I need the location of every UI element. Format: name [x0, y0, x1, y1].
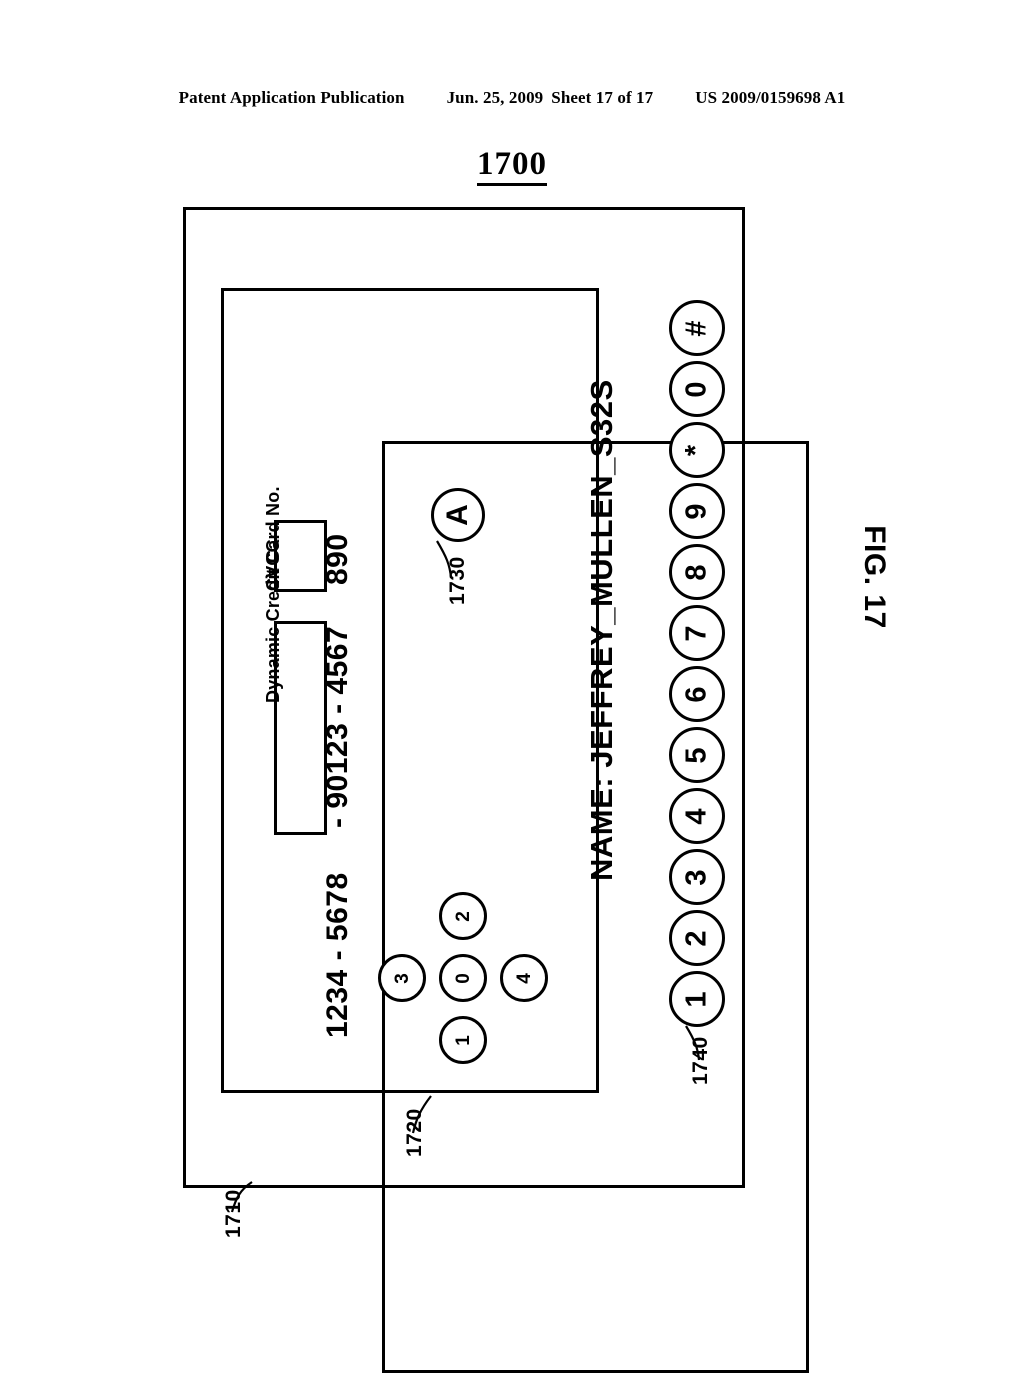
keypad-key-7[interactable]: 7 — [669, 605, 725, 661]
dynamic-card-number-box: - 90123 - 4567 — [274, 621, 354, 835]
dpad-left-button[interactable]: 3 — [378, 954, 426, 1002]
keypad-key-9-label: 9 — [680, 502, 713, 520]
keypad-key-1-label: 1 — [680, 990, 713, 1008]
reference-numeral-1720: 1720 — [403, 1108, 426, 1157]
figure-number-value: 1700 — [477, 146, 547, 186]
keypad-key-5-label: 5 — [680, 746, 713, 764]
keypad-key-8-label: 8 — [680, 563, 713, 581]
dpad-up-label: 2 — [452, 910, 474, 922]
keypad-key-3-label: 3 — [680, 868, 713, 886]
keypad-key-8[interactable]: 8 — [669, 544, 725, 600]
keypad-key-2[interactable]: 2 — [669, 910, 725, 966]
header-publication: Patent Application Publication — [178, 88, 405, 107]
dpad-center-label: 0 — [452, 972, 474, 984]
keypad-key-4[interactable]: 4 — [669, 788, 725, 844]
keypad-key-4-label: 4 — [680, 807, 713, 825]
keypad-key-6-label: 6 — [680, 685, 713, 703]
dpad-left-label: 3 — [391, 972, 413, 984]
dpad-right-button[interactable]: 4 — [500, 954, 548, 1002]
page-header: Patent Application Publication Jun. 25, … — [0, 88, 1024, 114]
a-button[interactable]: A — [431, 488, 485, 542]
keypad-key-2-label: 2 — [680, 929, 713, 947]
a-button-label: A — [440, 504, 474, 526]
header-sheet: Sheet 17 of 17 — [551, 88, 654, 107]
cardholder-name-line: NAME: JEFFREY_MULLEN_S32S — [584, 379, 619, 881]
dpad-right-label: 4 — [513, 972, 535, 984]
dpad-center-button[interactable]: 0 — [439, 954, 487, 1002]
cvcc-value: 890 — [321, 533, 354, 585]
figure-caption: FIG. 17 — [858, 525, 891, 629]
reference-numeral-1730: 1730 — [446, 556, 469, 605]
keypad-key-pound-label: # — [680, 319, 713, 337]
keypad-key-star-label: * — [680, 444, 713, 456]
dpad-down-button[interactable]: 1 — [439, 1016, 487, 1064]
dpad-up-button[interactable]: 2 — [439, 892, 487, 940]
dynamic-card-number-value: - 90123 - 4567 — [321, 625, 354, 828]
keypad-key-5[interactable]: 5 — [669, 727, 725, 783]
keypad-key-7-label: 7 — [680, 624, 713, 642]
keypad-key-9[interactable]: 9 — [669, 483, 725, 539]
keypad-key-3[interactable]: 3 — [669, 849, 725, 905]
keypad-key-pound[interactable]: # — [669, 300, 725, 356]
reference-numeral-1740: 1740 — [689, 1036, 712, 1085]
keypad-key-0-label: 0 — [680, 380, 713, 398]
header-document-number: US 2009/0159698 A1 — [695, 88, 846, 107]
keypad-key-6[interactable]: 6 — [669, 666, 725, 722]
keypad-key-star[interactable]: * — [669, 422, 725, 478]
cvcc-value-box: 890 — [274, 520, 354, 592]
dpad-down-label: 1 — [452, 1034, 474, 1046]
header-date: Jun. 25, 2009 — [446, 88, 544, 107]
device-display-frame: Dynamic Credit Card No. 1234 - 5678 - 90… — [221, 288, 619, 1093]
card-number-prefix: 1234 - 5678 — [321, 872, 354, 1038]
reference-numeral-1710: 1710 — [222, 1189, 245, 1238]
keypad-key-0[interactable]: 0 — [669, 361, 725, 417]
figure-number-title: 1700 — [0, 146, 1024, 186]
keypad-key-1[interactable]: 1 — [669, 971, 725, 1027]
